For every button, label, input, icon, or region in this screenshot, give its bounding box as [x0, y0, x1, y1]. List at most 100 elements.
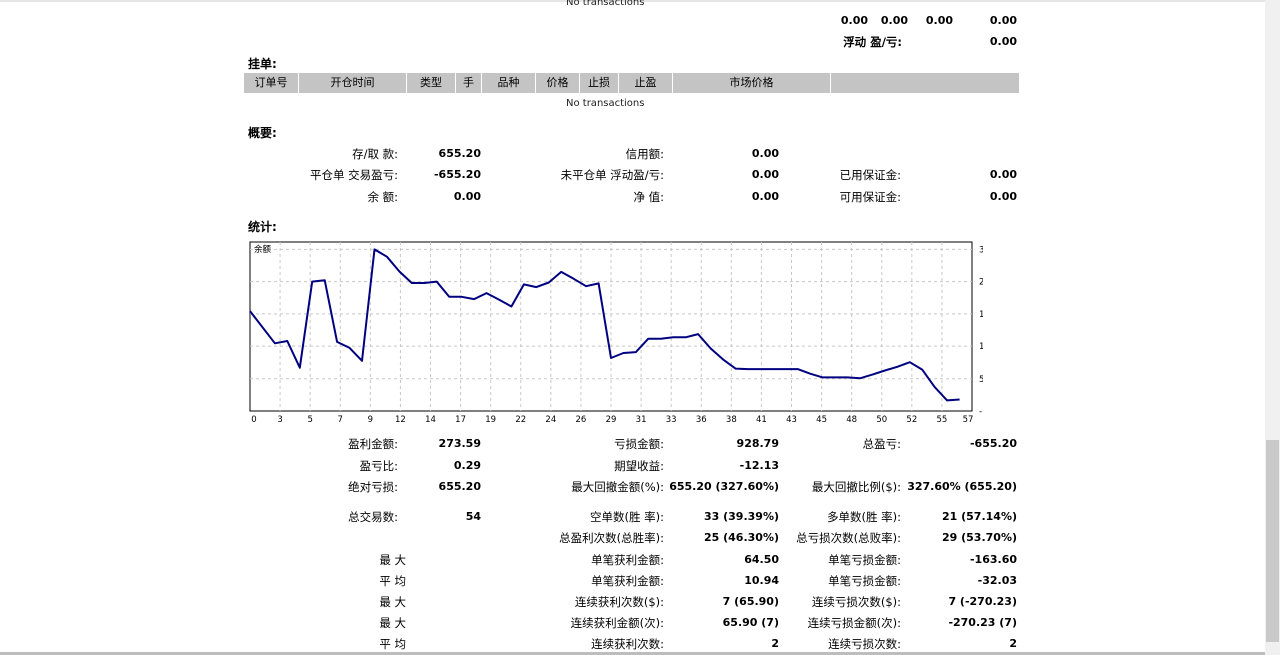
y-tick-label: 124	[979, 342, 983, 352]
net-profit-label: 总盈亏:	[862, 437, 901, 451]
x-tick-label: 12	[395, 415, 406, 425]
floating-pl-label: 浮动 盈/亏:	[843, 35, 902, 49]
floating-value-4: 0.00	[989, 14, 1017, 27]
largest-loss-value: -163.60	[969, 553, 1017, 566]
col-tp: 止盈	[619, 73, 673, 93]
x-tick-label: 24	[545, 415, 556, 425]
gross-loss-value: 928.79	[736, 437, 779, 450]
x-tick-label: 31	[636, 415, 647, 425]
largest-profit-label: 单笔获利金额:	[591, 553, 664, 567]
closed-pl-label: 平仓单 交易盈亏:	[309, 168, 398, 182]
x-tick-label: 3	[277, 415, 282, 425]
x-tick-label: 41	[756, 415, 767, 425]
expected-payoff-value: -12.13	[739, 459, 779, 472]
rel-drawdown-value: 327.60% (655.20)	[907, 480, 1017, 493]
abs-drawdown-value: 655.20	[438, 480, 481, 493]
avg-consec-wins-label: 连续获利次数:	[591, 637, 664, 651]
margin-value: 0.00	[989, 168, 1017, 181]
max-consec-profit-value: 65.90 (7)	[722, 616, 779, 629]
x-tick-label: 55	[937, 415, 948, 425]
profit-factor-value: 0.29	[453, 459, 481, 472]
col-lots: 手	[456, 73, 482, 93]
col-order: 订单号	[244, 73, 299, 93]
avg-consec-label: 平 均	[379, 637, 406, 651]
max-consec-losses-label: 连续亏损次数($):	[811, 595, 901, 609]
loss-trades-label: 总亏损次数(总败率):	[796, 531, 901, 545]
x-tick-label: 50	[876, 415, 887, 425]
x-tick-label: 7	[338, 415, 343, 425]
pending-title: 挂单:	[248, 57, 277, 71]
long-trades-label: 多单数(胜 率):	[826, 510, 901, 524]
col-open-time: 开仓时间	[299, 73, 407, 93]
floating-value-3: 0.00	[925, 14, 953, 27]
net-profit-value: -655.20	[969, 437, 1017, 450]
stats-title: 统计:	[248, 220, 277, 234]
chart-title: 余额	[254, 244, 272, 255]
avg-consec-losses-value: 2	[1009, 637, 1017, 650]
max-consec-wins-label: 连续获利次数($):	[574, 595, 664, 609]
expected-payoff-label: 期望收益:	[614, 459, 664, 473]
short-trades-value: 33 (39.39%)	[703, 510, 779, 523]
margin-label: 已用保证金:	[839, 168, 901, 182]
max-drawdown-label: 最大回撤金额(%):	[571, 480, 664, 494]
avg-consec-wins-value: 2	[771, 637, 779, 650]
avg-loss-label: 单笔亏损金额:	[828, 574, 901, 588]
avg-profit-value: 10.94	[744, 574, 779, 587]
max-consec-wins-value: 7 (65.90)	[722, 595, 779, 608]
x-tick-label: 14	[425, 415, 436, 425]
x-tick-label: 52	[906, 415, 917, 425]
x-tick-label: 36	[696, 415, 707, 425]
rel-drawdown-label: 最大回撤比例($):	[811, 480, 901, 494]
total-trades-label: 总交易数:	[348, 510, 398, 524]
largest-profit-value: 64.50	[744, 553, 779, 566]
x-tick-label: 48	[846, 415, 857, 425]
max-consec-loss-label: 连续亏损金额(次):	[807, 616, 901, 630]
loss-trades-value: 29 (53.70%)	[941, 531, 1017, 544]
open-pl-label: 未平仓单 浮动盈/亏:	[560, 168, 664, 182]
max-drawdown-value: 655.20 (327.60%)	[669, 480, 779, 493]
y-tick-label: 264	[979, 278, 983, 288]
x-tick-label: 29	[606, 415, 617, 425]
max-consec-profit-label: 连续获利金额(次):	[570, 616, 664, 630]
pending-table-header: 订单号 开仓时间 类型 手 品种 价格 止损 止盈 市场价格	[244, 73, 1019, 93]
maximum-label: 最 大	[379, 595, 406, 609]
equity-value: 0.00	[751, 190, 779, 203]
open-pl-value: 0.00	[751, 168, 779, 181]
x-tick-label: 9	[368, 415, 373, 425]
top-notice: No transactions	[566, 0, 645, 8]
y-tick-label: -17	[979, 407, 983, 417]
x-tick-label: 0	[251, 415, 256, 425]
col-blank	[831, 73, 1019, 93]
closed-pl-value: -655.20	[433, 168, 481, 181]
maximal-label: 最 大	[379, 616, 406, 630]
balance-value: 0.00	[453, 190, 481, 203]
deposit-value: 655.20	[438, 147, 481, 160]
y-tick-label: 194	[979, 310, 983, 320]
floating-pl-value: 0.00	[989, 35, 1017, 48]
x-tick-label: 5	[307, 415, 312, 425]
max-consec-loss-value: -270.23 (7)	[948, 616, 1017, 629]
balance-chart: 0 3 5 7 9 12 14 17 19 22 24 26 29 31 33 36 38 41 43 45 48 50 5…	[249, 241, 983, 425]
x-tick-label: 43	[786, 415, 797, 425]
x-tick-label: 45	[816, 415, 827, 425]
free-margin-label: 可用保证金:	[839, 190, 901, 204]
profit-factor-label: 盈亏比:	[359, 459, 398, 473]
avg-profit-label: 单笔获利金额:	[591, 574, 664, 588]
largest-loss-label: 单笔亏损金额:	[828, 553, 901, 567]
col-market-price: 市场价格	[673, 73, 831, 93]
col-price: 价格	[536, 73, 580, 93]
col-sl: 止损	[580, 73, 619, 93]
x-tick-label: 19	[485, 415, 496, 425]
max-consec-losses-value: 7 (-270.23)	[948, 595, 1017, 608]
x-tick-label: 17	[455, 415, 466, 425]
scrollbar-thumb[interactable]	[1266, 440, 1279, 642]
floating-value-2: 0.00	[880, 14, 908, 27]
credit-label: 信用额:	[625, 147, 664, 161]
x-tick-label: 26	[576, 415, 587, 425]
avg-consec-losses-label: 连续亏损次数:	[828, 637, 901, 651]
x-tick-label: 57	[963, 415, 974, 425]
x-tick-label: 38	[726, 415, 737, 425]
short-trades-label: 空单数(胜 率):	[589, 510, 664, 524]
equity-label: 净 值:	[633, 190, 664, 204]
free-margin-value: 0.00	[989, 190, 1017, 203]
